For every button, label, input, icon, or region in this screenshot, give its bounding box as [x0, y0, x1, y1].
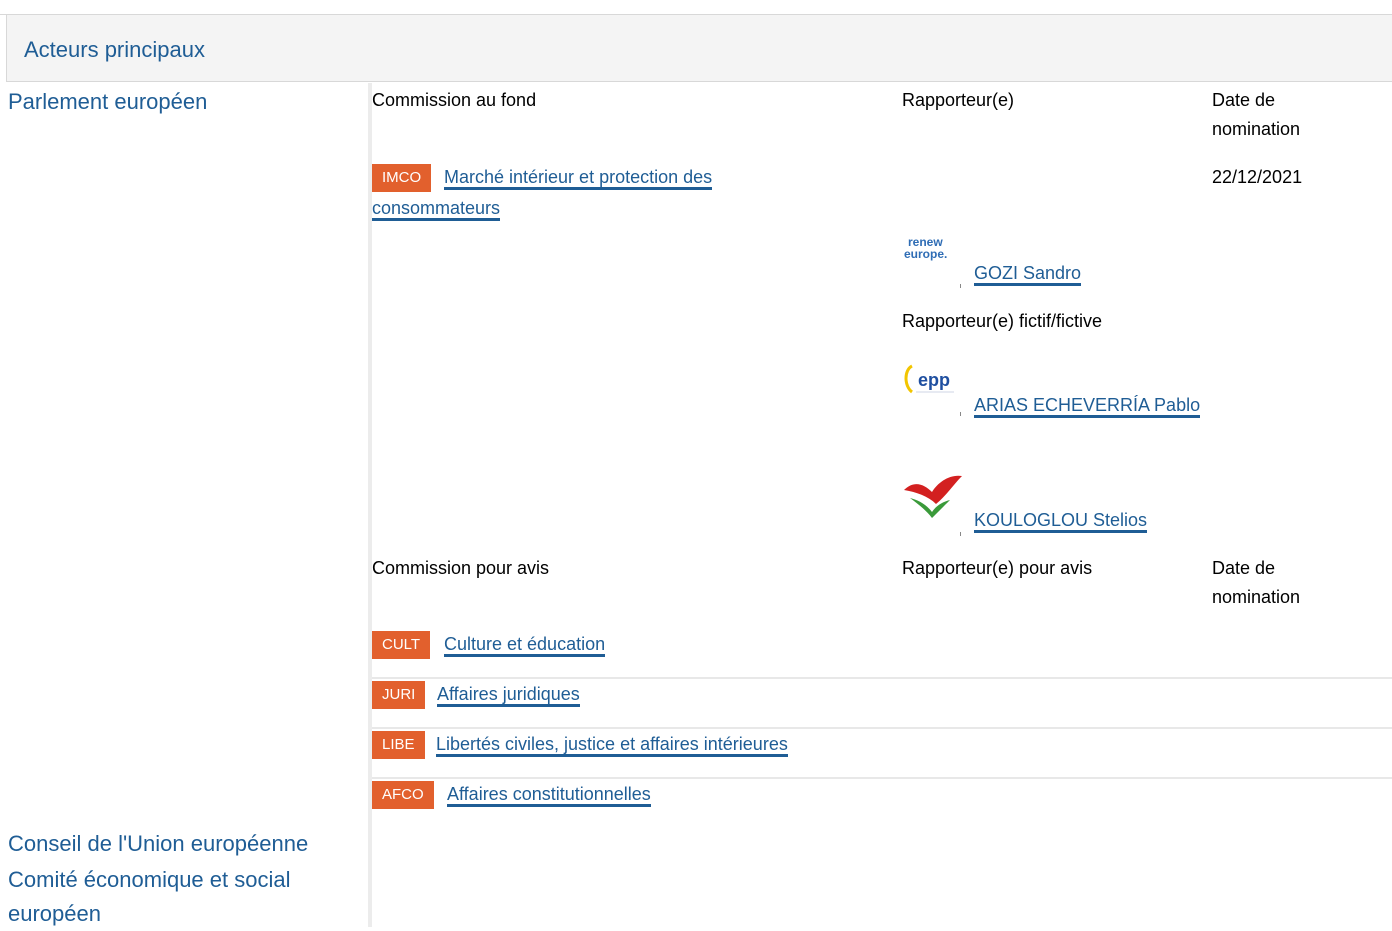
rapporteur-link[interactable]: GOZI Sandro — [974, 258, 1082, 289]
opinion-date-header: Date de nomination — [1212, 558, 1301, 607]
nomination-date: 22/12/2021 — [1212, 167, 1303, 187]
svg-text:europe.: europe. — [904, 247, 947, 261]
committee-name-libe[interactable]: Libertés civiles, justice et affaires in… — [436, 734, 788, 757]
committee-link-libe[interactable]: Libertés civiles, justice et affaires in… — [436, 729, 788, 760]
shadow-header: Rapporteur(e) fictif/fictive — [902, 311, 1103, 331]
committee-link-juri[interactable]: Affaires juridiques — [437, 679, 580, 710]
date-header: Date de nomination — [1212, 90, 1301, 139]
shadow-link-kouloglou[interactable]: KOULOGLOU Stelios — [974, 505, 1148, 536]
actor-council[interactable]: Conseil de l'Union européenne — [8, 827, 308, 861]
rapporteur-header: Rapporteur(e) — [902, 90, 1015, 110]
committee-name-afco[interactable]: Affaires constitutionnelles — [447, 784, 651, 807]
committee-link-imco[interactable]: Marché intérieur et protection des conso… — [372, 162, 802, 224]
committee-badge-cult: CULT — [372, 631, 431, 659]
committee-link-imco-text[interactable]: Marché intérieur et protection des conso… — [372, 167, 713, 221]
shadow-link-arias[interactable]: ARIAS ECHEVERRÍA Pablo — [902, 390, 1202, 421]
left-group-logo-icon — [902, 470, 962, 528]
committee-link-afco[interactable]: Affaires constitutionnelles — [447, 779, 651, 810]
section-header: Acteurs principaux — [6, 15, 1392, 82]
actor-parliament[interactable]: Parlement européen — [8, 85, 207, 119]
logo-tick — [960, 532, 961, 536]
committee-badge-libe: LIBE — [372, 731, 425, 759]
section-title: Acteurs principaux — [24, 37, 205, 62]
actor-eesc[interactable]: Comité économique et social européen — [8, 863, 358, 931]
committee-name-juri[interactable]: Affaires juridiques — [437, 684, 580, 707]
shadow-name-kouloglou[interactable]: KOULOGLOU Stelios — [974, 510, 1148, 533]
rapporteur-name[interactable]: GOZI Sandro — [974, 263, 1082, 286]
committee-badge-juri: JURI — [372, 681, 426, 709]
opinion-committee-header: Commission pour avis — [372, 558, 550, 578]
committee-header: Commission au fond — [372, 90, 537, 110]
logo-tick — [960, 284, 961, 288]
opinion-rapporteur-header: Rapporteur(e) pour avis — [902, 558, 1093, 578]
renew-europe-logo-icon: renew europe. — [902, 222, 962, 280]
svg-text:epp: epp — [918, 370, 950, 390]
committee-name-cult[interactable]: Culture et éducation — [444, 634, 606, 657]
shadow-name-arias[interactable]: ARIAS ECHEVERRÍA Pablo — [974, 395, 1201, 418]
committee-link-cult[interactable]: Culture et éducation — [444, 629, 606, 660]
committee-badge-afco: AFCO — [372, 781, 434, 809]
